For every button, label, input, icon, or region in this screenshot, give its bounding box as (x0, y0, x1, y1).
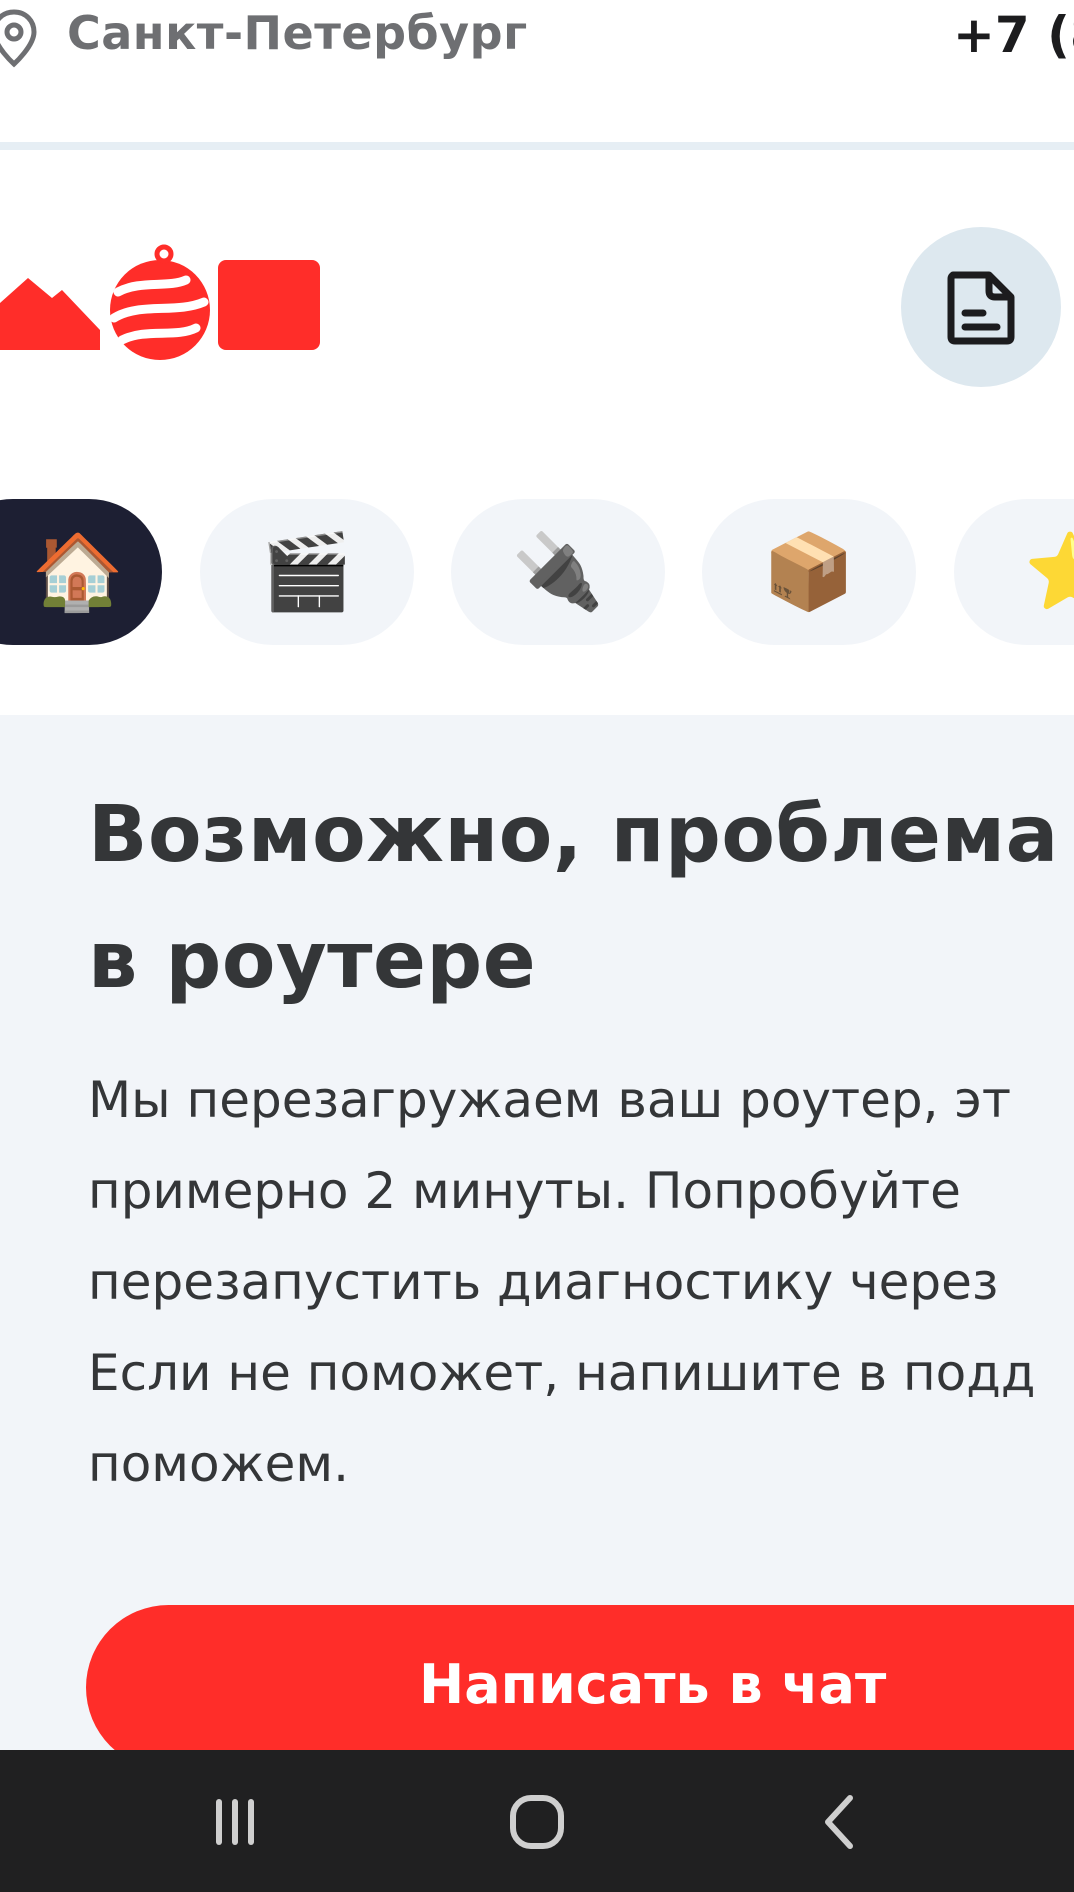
document-icon (947, 271, 1015, 345)
home-icon (510, 1795, 564, 1849)
house-icon: 🏠 (31, 529, 125, 615)
description-line: поможем. (88, 1435, 350, 1493)
back-button[interactable] (800, 1786, 880, 1858)
tab-home[interactable]: 🏠 (0, 499, 162, 645)
package-icon: 📦 (762, 529, 856, 615)
system-nav-bar (0, 1750, 1074, 1892)
phone-number[interactable]: +7 (8 (953, 6, 1074, 64)
header: 🏠 🎬 🔌 📦 ⭐ (0, 150, 1074, 715)
brand-logo[interactable] (0, 240, 330, 376)
description-line: Если не поможет, напишите в подд (88, 1344, 1036, 1402)
clapper-icon: 🎬 (260, 529, 354, 615)
title-line: Возможно, проблема (88, 790, 1059, 880)
description-line: перезапустить диагностику через (88, 1253, 999, 1311)
title-line: в роутере (88, 916, 537, 1006)
description: Мы перезагружаем ваш роутер, эт примерно… (88, 1055, 1074, 1510)
write-to-chat-button[interactable]: Написать в чат (86, 1605, 1074, 1770)
main-content: Возможно, проблема в роутере Мы перезагр… (0, 715, 1074, 1770)
divider (0, 142, 1074, 150)
recent-apps-icon (216, 1799, 254, 1845)
description-line: Мы перезагружаем ваш роутер, эт (88, 1071, 1011, 1129)
tab-bonus[interactable]: ⭐ (954, 499, 1074, 645)
city-selector[interactable]: Санкт-Петербург (67, 6, 528, 60)
page-title: Возможно, проблема в роутере (88, 772, 1074, 1024)
recent-apps-button[interactable] (195, 1786, 275, 1858)
chat-button-label: Написать в чат (419, 1653, 887, 1716)
top-bar: Санкт-Петербург +7 (8 (0, 0, 1074, 142)
back-icon (825, 1795, 853, 1849)
location-pin-icon[interactable] (0, 8, 38, 68)
documents-button[interactable] (901, 227, 1061, 387)
star-icon: ⭐ (1024, 529, 1074, 615)
page: Санкт-Петербург +7 (8 🏠 (0, 0, 1074, 1892)
plug-icon: 🔌 (511, 529, 605, 615)
description-line: примерно 2 минуты. Попробуйте (88, 1162, 961, 1220)
home-button[interactable] (497, 1786, 577, 1858)
tab-connection[interactable]: 🔌 (451, 499, 665, 645)
category-tabs: 🏠 🎬 🔌 📦 ⭐ (0, 499, 1074, 645)
tab-tv[interactable]: 🎬 (200, 499, 414, 645)
tab-equipment[interactable]: 📦 (702, 499, 916, 645)
